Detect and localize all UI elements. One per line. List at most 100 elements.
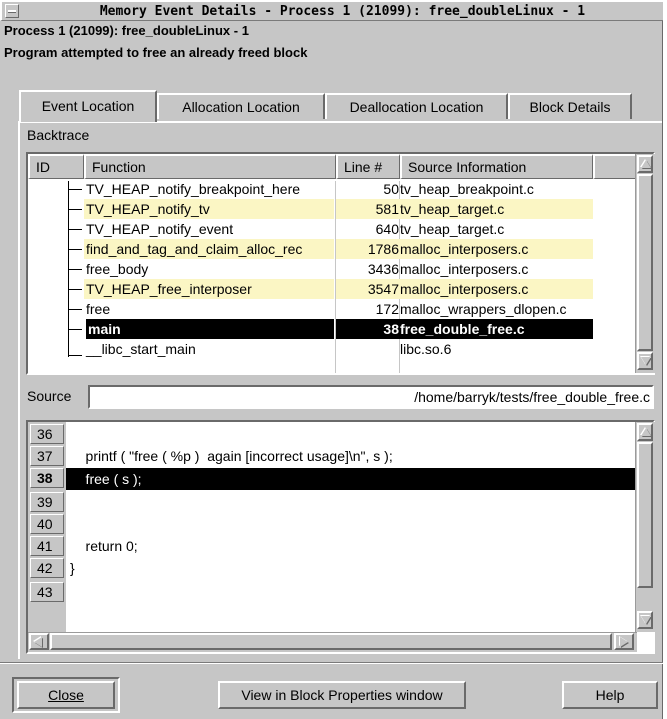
row-source: tv_heap_target.c — [400, 199, 593, 219]
tab-deallocation-location[interactable]: Deallocation Location — [325, 93, 508, 119]
memory-event-details-window: Memory Event Details - Process 1 (21099)… — [0, 0, 663, 719]
row-line: 581 — [336, 199, 400, 219]
scroll-up-arrow-icon[interactable] — [637, 423, 653, 441]
row-function: free — [86, 301, 111, 317]
backtrace-row[interactable]: TV_HEAP_notify_event 640 tv_heap_target.… — [28, 219, 637, 239]
code-horizontal-scrollbar[interactable] — [28, 632, 637, 652]
line-number[interactable]: 42 — [30, 558, 64, 578]
row-source: free_double_free.c — [400, 319, 593, 339]
tab-allocation-location[interactable]: Allocation Location — [157, 93, 325, 119]
tree-branch — [68, 309, 82, 310]
horizontal-scroll-thumb[interactable] — [50, 633, 612, 650]
backtrace-row[interactable]: free 172 malloc_wrappers_dlopen.c — [28, 299, 637, 319]
scroll-up-arrow-icon[interactable] — [637, 155, 653, 173]
tree-branch — [68, 249, 82, 250]
close-button[interactable]: Close — [17, 681, 115, 709]
row-line: 172 — [375, 301, 399, 317]
column-header-source[interactable]: Source Information — [400, 154, 593, 179]
row-line: 3547 — [336, 279, 400, 299]
row-line: 50 — [383, 181, 399, 197]
scroll-thumb[interactable] — [637, 174, 653, 351]
row-source: malloc_interposers.c — [400, 279, 593, 299]
source-label: Source — [27, 388, 72, 404]
row-line: 640 — [375, 221, 399, 237]
row-function: TV_HEAP_notify_tv — [84, 199, 334, 219]
row-line: 1786 — [336, 239, 400, 259]
window-title: Memory Event Details - Process 1 (21099)… — [99, 4, 586, 19]
event-message: Program attempted to free an already fre… — [4, 45, 308, 60]
row-source: tv_heap_target.c — [400, 221, 505, 237]
scroll-down-arrow-icon[interactable] — [637, 611, 653, 629]
row-source: tv_heap_breakpoint.c — [400, 181, 534, 197]
process-line: Process 1 (21099): free_doubleLinux - 1 — [4, 23, 249, 38]
line-number-current[interactable]: 38 — [30, 468, 64, 488]
tree-branch — [68, 329, 82, 330]
line-number[interactable]: 41 — [30, 536, 64, 556]
button-bar-divider — [0, 662, 663, 664]
tree-branch — [68, 209, 82, 210]
backtrace-label: Backtrace — [27, 127, 90, 143]
source-code-view: 36 37 38 39 40 41 42 43 printf ( "free (… — [26, 420, 655, 654]
window-menu-button[interactable] — [5, 4, 19, 18]
help-button-label: Help — [595, 687, 625, 703]
row-function: TV_HEAP_free_interposer — [84, 279, 334, 299]
title-bar[interactable]: Memory Event Details - Process 1 (21099)… — [0, 0, 663, 21]
tree-branch — [68, 269, 82, 270]
view-in-block-properties-button[interactable]: View in Block Properties window — [218, 681, 466, 709]
row-line: 38 — [336, 319, 400, 339]
backtrace-body: TV_HEAP_notify_breakpoint_here 50 tv_hea… — [28, 181, 637, 373]
tree-branch — [68, 229, 82, 230]
line-number-gutter: 36 37 38 39 40 41 42 43 — [28, 422, 66, 632]
backtrace-row[interactable]: __libc_start_main libc.so.6 — [28, 339, 637, 359]
code-line: return 0; — [70, 538, 138, 554]
line-number[interactable]: 40 — [30, 514, 64, 534]
row-source: libc.so.6 — [400, 341, 452, 357]
tree-branch — [68, 355, 82, 356]
code-line: printf ( "free ( %p ) again [incorrect u… — [70, 448, 393, 464]
column-header-spare — [593, 154, 637, 179]
tab-event-location[interactable]: Event Location — [19, 90, 157, 122]
backtrace-header: ID Function Line # Source Information — [28, 154, 637, 179]
backtrace-row[interactable]: free_body 3436 malloc_interposers.c — [28, 259, 637, 279]
line-number[interactable]: 43 — [30, 582, 64, 602]
tree-branch — [68, 289, 82, 290]
column-header-id[interactable]: ID — [28, 154, 84, 179]
line-number[interactable]: 37 — [30, 446, 64, 466]
column-header-line[interactable]: Line # — [336, 154, 400, 179]
code-line-current: free ( s ); — [66, 468, 635, 490]
row-function: TV_HEAP_notify_event — [86, 221, 234, 237]
scroll-down-arrow-icon[interactable] — [637, 352, 653, 370]
scroll-thumb[interactable] — [637, 442, 653, 588]
backtrace-vertical-scrollbar[interactable] — [635, 154, 655, 373]
backtrace-row[interactable]: TV_HEAP_notify_tv 581 tv_heap_target.c — [28, 199, 637, 219]
row-source: malloc_wrappers_dlopen.c — [400, 301, 567, 317]
line-number[interactable]: 39 — [30, 492, 64, 512]
code-vertical-scrollbar[interactable] — [635, 422, 655, 632]
tree-branch — [68, 189, 82, 190]
backtrace-row[interactable]: TV_HEAP_free_interposer 3547 malloc_inte… — [28, 279, 637, 299]
row-source: malloc_interposers.c — [400, 239, 593, 259]
backtrace-row[interactable]: find_and_tag_and_claim_alloc_rec 1786 ma… — [28, 239, 637, 259]
scroll-right-arrow-icon[interactable] — [614, 633, 634, 650]
row-source: malloc_interposers.c — [400, 261, 529, 277]
row-function: TV_HEAP_notify_breakpoint_here — [86, 181, 301, 197]
source-path-field[interactable]: /home/barryk/tests/free_double_free.c — [88, 385, 654, 409]
row-function: free_body — [86, 261, 149, 277]
code-line: } — [70, 560, 75, 576]
backtrace-row-selected[interactable]: main 38 free_double_free.c — [28, 319, 637, 339]
backtrace-row[interactable]: TV_HEAP_notify_breakpoint_here 50 tv_hea… — [28, 181, 637, 199]
row-line: 3436 — [367, 261, 399, 277]
row-function: __libc_start_main — [86, 341, 196, 357]
line-number[interactable]: 36 — [30, 424, 64, 444]
backtrace-table: ID Function Line # Source Information TV… — [26, 152, 655, 375]
scroll-left-arrow-icon[interactable] — [29, 633, 49, 650]
column-header-function[interactable]: Function — [84, 154, 336, 179]
tab-block-details[interactable]: Block Details — [508, 93, 632, 119]
row-function: find_and_tag_and_claim_alloc_rec — [84, 239, 334, 259]
help-button[interactable]: Help — [562, 681, 658, 709]
row-function: main — [86, 319, 334, 339]
